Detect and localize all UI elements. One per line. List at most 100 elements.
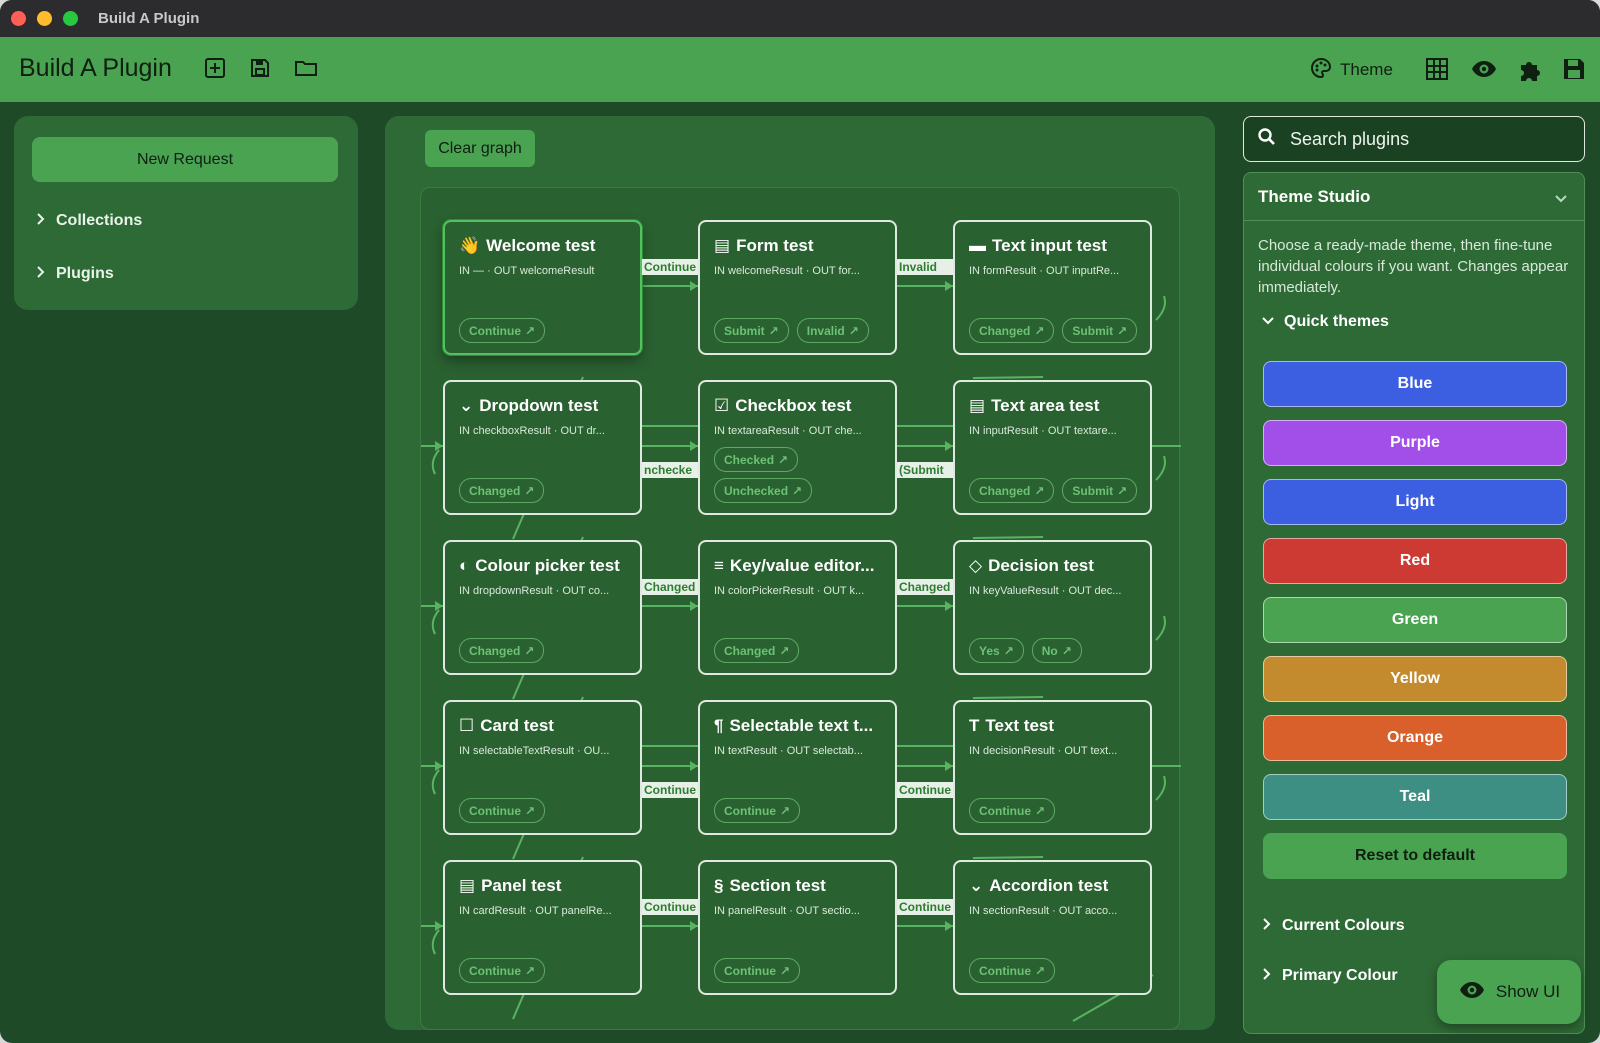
node-io: IN formResult · OUT inputRe... [969,265,1120,277]
edge-arrow [945,281,953,291]
graph-node[interactable]: ☐ Card test IN selectableTextResult · OU..… [443,700,642,835]
node-io: IN dropdownResult · OUT co... [459,585,610,597]
window-title: Build A Plugin [98,10,200,27]
node-outputs: Changed ↗ [714,638,800,663]
output-port-chip[interactable]: Continue ↗ [714,958,801,983]
save-graph-icon[interactable] [1562,57,1588,83]
output-port-chip[interactable]: No ↗ [1031,638,1082,663]
node-io: IN — · OUT welcomeResult [459,265,595,277]
output-port-label: Changed [469,483,521,498]
output-port-chip[interactable]: Unchecked ↗ [714,478,813,503]
node-title: ◇ Decision test [969,556,1142,576]
graph-canvas[interactable]: 👋 Welcome test IN — · OUT welcomeResult Con… [420,187,1181,1030]
node-type-icon: T [969,716,980,735]
output-port-chip[interactable]: Changed ↗ [969,318,1055,343]
primary-colour-label: Primary Colour [1282,967,1398,984]
theme-option-orange[interactable]: Orange [1263,715,1567,761]
output-port-chip[interactable]: Changed ↗ [459,638,545,663]
new-plugin-icon[interactable] [204,57,230,83]
primary-colour-toggle[interactable]: Primary Colour [1262,967,1398,985]
edge-arrow [690,601,698,611]
new-request-button[interactable]: New Request [32,137,338,182]
output-port-chip[interactable]: Continue ↗ [459,318,546,343]
close-window-button[interactable] [11,11,26,26]
graph-node[interactable]: ⌄ Dropdown test IN checkboxResult · OUT dr… [443,380,642,515]
graph-node[interactable]: § Section test IN panelResult · OUT sectio… [698,860,897,995]
theme-label: Theme [1340,60,1393,79]
edge-line [972,856,1044,859]
grid-icon[interactable] [1425,57,1451,83]
theme-option-light[interactable]: Light [1263,479,1567,525]
clear-graph-button[interactable]: Clear graph [425,130,535,167]
graph-node[interactable]: ▤ Panel test IN cardResult · OUT panelRe..… [443,860,642,995]
node-io: IN checkboxResult · OUT dr... [459,425,605,437]
graph-node[interactable]: ▤ Text area test IN inputResult · OUT text… [953,380,1152,515]
search-box[interactable] [1243,116,1585,162]
edge-label: (Submit [897,462,953,478]
theme-option-green[interactable]: Green [1263,597,1567,643]
output-port-chip[interactable]: Invalid ↗ [796,318,869,343]
output-port-chip[interactable]: Submit ↗ [714,318,789,343]
current-colours-toggle[interactable]: Current Colours [1262,917,1405,935]
theme-option-purple[interactable]: Purple [1263,420,1567,466]
output-port-chip[interactable]: Submit ↗ [1062,478,1138,503]
graph-node[interactable]: ¶ Selectable text t... IN textResult · OUT… [698,700,897,835]
output-port-chip[interactable]: Continue ↗ [714,798,801,823]
output-port-chip[interactable]: Checked ↗ [714,447,799,472]
output-port-label: Invalid [806,323,845,338]
graph-node[interactable]: ≡ Key/value editor... IN colorPickerResult… [698,540,897,675]
arrow-up-right-icon: ↗ [1034,483,1045,498]
app-window: Build A Plugin Build A Plugin Theme New … [0,0,1600,1043]
theme-option-teal[interactable]: Teal [1263,774,1567,820]
node-outputs: Continue ↗ [459,798,546,823]
quick-themes-toggle[interactable]: Quick themes [1262,313,1389,331]
output-port-chip[interactable]: Submit ↗ [1062,318,1138,343]
edge-label: Continue [642,899,698,915]
sidebar-item-plugins[interactable]: Plugins [36,265,114,283]
graph-node[interactable]: ⌄ Accordion test IN sectionResult · OUT ac… [953,860,1152,995]
output-port-chip[interactable]: Continue ↗ [969,958,1056,983]
node-title-text: Colour picker test [475,556,620,575]
output-port-chip[interactable]: Changed ↗ [714,638,800,663]
graph-node[interactable]: T Text test IN decisionResult · OUT text..… [953,700,1152,835]
theme-option-red[interactable]: Red [1263,538,1567,584]
eye-icon[interactable] [1470,57,1496,83]
graph-node[interactable]: ▤ Form test IN welcomeResult · OUT for... S… [698,220,897,355]
output-port-label: Continue [724,963,776,978]
node-io: IN keyValueResult · OUT dec... [969,585,1122,597]
open-folder-icon[interactable] [294,57,320,83]
search-input[interactable] [1290,128,1550,150]
output-port-chip[interactable]: Continue ↗ [459,798,546,823]
output-port-chip[interactable]: Continue ↗ [459,958,546,983]
output-port-label: Unchecked [724,483,789,498]
minimize-window-button[interactable] [37,11,52,26]
sidebar-item-collections[interactable]: Collections [36,212,142,230]
graph-node[interactable]: ◐ Colour picker test IN dropdownResult · O… [443,540,642,675]
edge-label: Continue [642,259,698,275]
theme-option-yellow[interactable]: Yellow [1263,656,1567,702]
node-outputs: Checked ↗ Unchecked ↗ [714,447,813,503]
output-port-chip[interactable]: Continue ↗ [969,798,1056,823]
graph-node[interactable]: ☑ Checkbox test IN textareaResult · OUT ch… [698,380,897,515]
save-icon[interactable] [249,57,275,83]
node-title-text: Card test [480,716,554,735]
graph-node[interactable]: 👋 Welcome test IN — · OUT welcomeResult Con… [443,220,642,355]
theme-button[interactable]: Theme [1310,56,1393,84]
show-ui-button[interactable]: Show UI [1437,960,1581,1024]
chevron-right-icon [36,265,46,283]
theme-option-blue[interactable]: Blue [1263,361,1567,407]
maximize-window-button[interactable] [63,11,78,26]
output-port-chip[interactable]: Changed ↗ [969,478,1055,503]
reset-theme-button[interactable]: Reset to default [1263,833,1567,879]
graph-node[interactable]: ▬ Text input test IN formResult · OUT inpu… [953,220,1152,355]
theme-studio-header[interactable]: Theme Studio [1244,173,1584,221]
output-port-chip[interactable]: Changed ↗ [459,478,545,503]
node-io: IN inputResult · OUT textare... [969,425,1117,437]
graph-node[interactable]: ◇ Decision test IN keyValueResult · OUT de… [953,540,1152,675]
puzzle-icon[interactable] [1517,57,1543,83]
edge-arrow [690,441,698,451]
output-port-chip[interactable]: Yes ↗ [969,638,1024,663]
node-io: IN selectableTextResult · OU... [459,745,610,757]
node-type-icon: ▤ [969,396,986,415]
node-type-icon: ☐ [459,716,475,735]
